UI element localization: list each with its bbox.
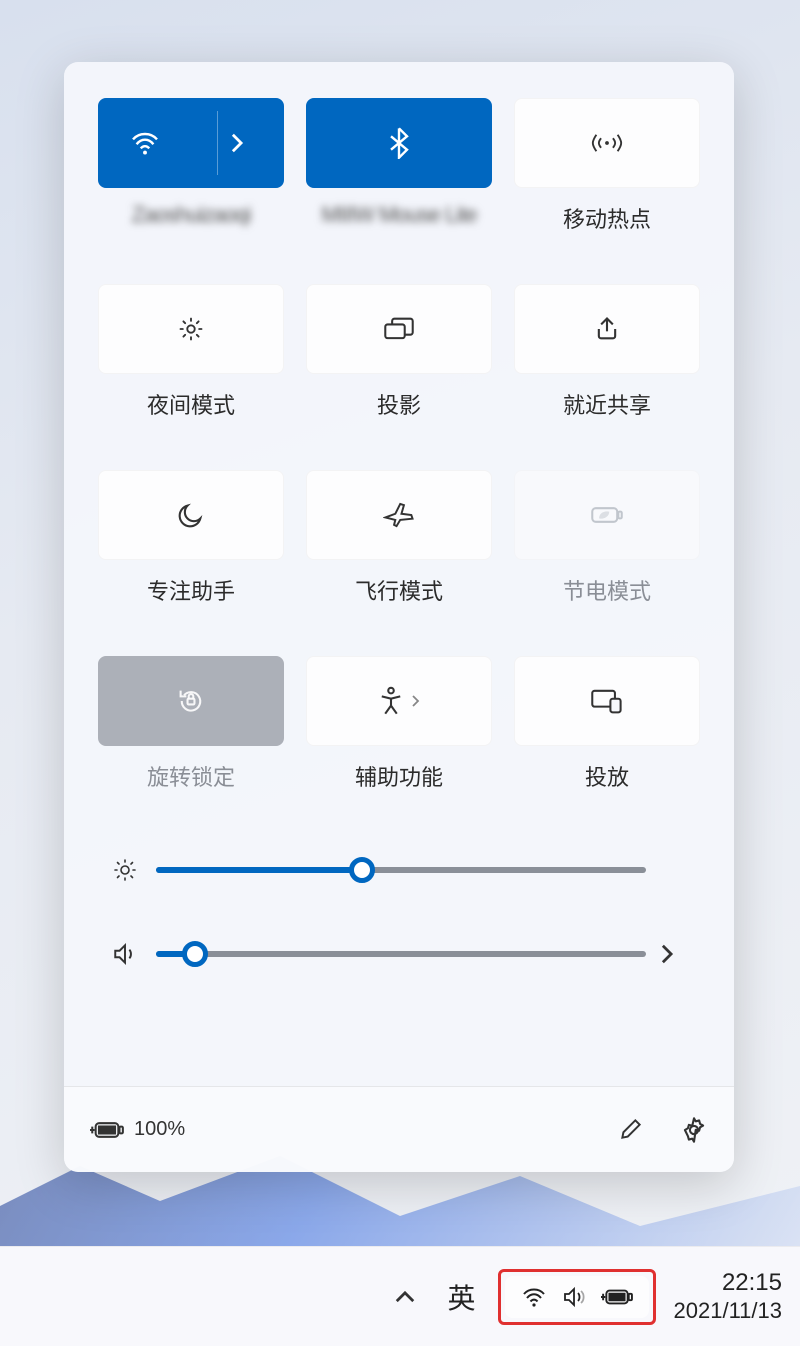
tile-rotation-lock [98,656,284,746]
tile-project[interactable] [306,284,492,374]
tile-label: 专注助手 [147,574,235,606]
brightness-slider-row [108,858,690,882]
tile-wrap-airplane: 飞行模式 [306,470,492,606]
tile-label: Zaoshuizaoqi [132,202,251,228]
hotspot-icon [591,130,623,156]
tile-label: 夜间模式 [147,388,235,420]
tile-wrap-bluetooth: MIIIW Mouse Lite [306,98,492,234]
volume-slider[interactable] [156,951,646,957]
tile-label: MIIIW Mouse Lite [321,202,476,228]
volume-output-chevron[interactable] [660,943,690,965]
share-icon [593,315,621,343]
wifi-tray-icon[interactable] [521,1287,547,1307]
tile-wrap-nearby: 就近共享 [514,284,700,420]
clock-time: 22:15 [674,1269,782,1298]
tile-wrap-focus: 专注助手 [98,470,284,606]
tile-row: Zaoshuizaoqi MIIIW Mouse Lite [98,98,700,234]
cast-icon [590,688,624,714]
tile-wrap-battery-saver: 节电模式 [514,470,700,606]
tile-wifi[interactable] [98,98,284,188]
tile-wrap-wifi: Zaoshuizaoqi [98,98,284,234]
chevron-right-icon [410,693,420,709]
tile-row: 专注助手 飞行模式 节电模式 [98,470,700,606]
tile-row: 夜间模式 投影 就近共享 [98,284,700,420]
battery-status[interactable]: 100% [90,1118,185,1141]
tile-battery-saver [514,470,700,560]
tile-label: 辅助功能 [355,760,443,792]
quick-settings-panel: Zaoshuizaoqi MIIIW Mouse Lite [64,62,734,1172]
brightness-slider[interactable] [156,867,646,873]
tile-wrap-rotation: 旋转锁定 [98,656,284,792]
battery-charging-icon [90,1119,124,1141]
brightness-low-icon [177,315,205,343]
battery-tray-icon[interactable] [601,1287,633,1307]
taskbar: 英 22:15 2021/11/13 [0,1246,800,1346]
duplicate-screens-icon [383,316,415,342]
tile-wrap-hotspot: 移动热点 [514,98,700,234]
pencil-icon [618,1116,644,1142]
moon-icon [177,501,205,529]
wifi-chevron[interactable] [191,132,283,154]
brightness-icon [108,858,142,882]
system-tray[interactable] [505,1276,649,1318]
tiles-area: Zaoshuizaoqi MIIIW Mouse Lite [64,62,734,810]
tile-wrap-project: 投影 [306,284,492,420]
tile-label: 飞行模式 [355,574,443,606]
ime-indicator[interactable]: 英 [444,1277,480,1317]
edit-button[interactable] [618,1116,644,1144]
clock-date: 2021/11/13 [674,1298,782,1324]
settings-button[interactable] [680,1116,708,1144]
volume-tray-icon[interactable] [561,1286,587,1308]
tile-wrap-nightlight: 夜间模式 [98,284,284,420]
tile-accessibility[interactable] [306,656,492,746]
panel-footer: 100% [64,1086,734,1172]
volume-icon [108,942,142,966]
clock[interactable]: 22:15 2021/11/13 [674,1269,782,1324]
volume-slider-row [108,942,690,966]
airplane-icon [383,500,415,530]
accessibility-icon [378,686,404,716]
tile-row: 旋转锁定 辅助功能 [98,656,700,792]
tile-wrap-cast: 投放 [514,656,700,792]
tile-wrap-accessibility: 辅助功能 [306,656,492,792]
tile-bluetooth[interactable] [306,98,492,188]
tile-label: 投影 [377,388,421,420]
wifi-icon[interactable] [99,131,191,155]
tile-nightlight[interactable] [98,284,284,374]
gear-icon [680,1116,708,1144]
tray-overflow-chevron[interactable] [384,1284,426,1310]
tile-label: 移动热点 [563,202,651,234]
tile-focus[interactable] [98,470,284,560]
tile-nearby[interactable] [514,284,700,374]
tile-label: 就近共享 [563,388,651,420]
tile-divider [217,111,218,175]
leaf-battery-icon [590,504,624,526]
tile-airplane[interactable] [306,470,492,560]
tile-cast[interactable] [514,656,700,746]
rotation-lock-icon [176,686,206,716]
tile-label: 投放 [585,760,629,792]
battery-percent: 100% [134,1118,185,1141]
bluetooth-icon [389,127,409,159]
tile-label: 旋转锁定 [147,760,235,792]
tile-label: 节电模式 [563,574,651,606]
sliders-area [64,810,734,996]
tile-hotspot[interactable] [514,98,700,188]
annotation-highlight [498,1269,656,1325]
